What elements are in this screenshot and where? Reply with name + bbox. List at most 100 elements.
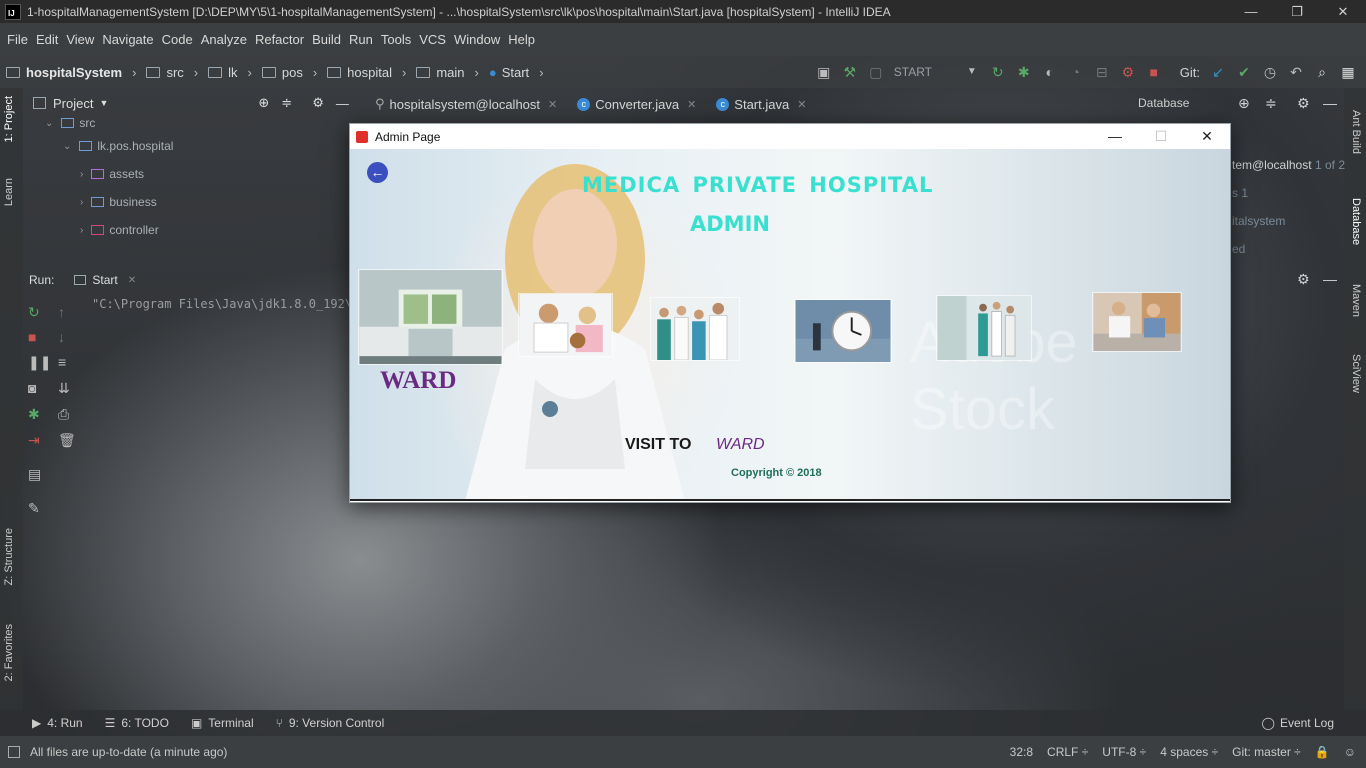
doctors-thumbnail[interactable] xyxy=(650,297,740,361)
history-icon[interactable]: ◷ xyxy=(1262,64,1278,80)
project-panel-title[interactable]: Project xyxy=(53,96,93,111)
tab-project[interactable]: 1: Project xyxy=(3,96,15,142)
line-separator[interactable]: CRLF ÷ xyxy=(1047,745,1088,759)
stop-icon[interactable]: ■ xyxy=(1146,64,1162,80)
print-icon[interactable]: ⎙ xyxy=(58,406,69,423)
arrow-up-icon[interactable]: ↑ xyxy=(58,304,65,320)
trash-icon[interactable]: 🗑 xyxy=(58,432,76,449)
tree-item[interactable]: › business xyxy=(23,188,353,216)
database-node[interactable]: tem@localhost xyxy=(1232,158,1312,172)
settings-icon[interactable]: ✱ xyxy=(28,406,40,423)
soft-wrap-icon[interactable]: ≡ xyxy=(58,354,66,370)
menu-view[interactable]: View xyxy=(62,32,98,47)
close-button[interactable]: ✕ xyxy=(1320,4,1366,20)
breadcrumb-main[interactable]: main xyxy=(436,65,464,80)
tree-item[interactable]: › assets xyxy=(23,160,353,188)
chevron-down-icon[interactable]: ▼ xyxy=(964,64,980,80)
lock-icon[interactable]: 🔒 xyxy=(1315,745,1330,759)
menu-analyze[interactable]: Analyze xyxy=(197,32,251,47)
menu-code[interactable]: Code xyxy=(158,32,197,47)
bottom-tab-run[interactable]: ▶ 4: Run xyxy=(32,716,83,730)
breadcrumb-pos[interactable]: pos xyxy=(282,65,303,80)
hallway-thumbnail[interactable] xyxy=(936,295,1032,361)
gear-icon[interactable]: ⚙ xyxy=(1297,271,1310,288)
pin-icon[interactable]: ✎ xyxy=(28,500,40,517)
stop-icon[interactable]: ■ xyxy=(28,329,36,345)
event-log-button[interactable]: ◯ Event Log xyxy=(1262,716,1334,730)
scroll-end-icon[interactable]: ⇊ xyxy=(58,380,70,397)
run-tab-start[interactable]: Start xyxy=(92,273,117,287)
bottom-tab-terminal[interactable]: ▣ Terminal xyxy=(191,716,254,730)
gear-icon[interactable]: ⚙ xyxy=(1297,95,1310,112)
clock-thumbnail[interactable] xyxy=(794,299,892,363)
menu-build[interactable]: Build xyxy=(308,32,345,47)
close-icon[interactable]: ✕ xyxy=(128,275,136,286)
breadcrumb-src[interactable]: src xyxy=(166,65,183,80)
breadcrumb-hospital[interactable]: hospital xyxy=(347,65,392,80)
ward-thumbnail[interactable] xyxy=(358,269,503,365)
menu-help[interactable]: Help xyxy=(504,32,539,47)
menu-tools[interactable]: Tools xyxy=(377,32,415,47)
vcs-update-icon[interactable]: ↙ xyxy=(1210,64,1226,80)
tab-learn[interactable]: Learn xyxy=(3,178,15,206)
rollback-icon[interactable]: ↶ xyxy=(1288,64,1304,80)
caret-position[interactable]: 32:8 xyxy=(1010,745,1033,759)
database-node[interactable]: ed xyxy=(1232,242,1245,256)
arrow-down-icon[interactable]: ↓ xyxy=(58,329,65,345)
breadcrumb-lk[interactable]: lk xyxy=(228,65,237,80)
bottom-tab-todo[interactable]: ☰ 6: TODO xyxy=(105,716,169,730)
gear-icon[interactable]: ⚙ xyxy=(312,95,324,111)
menu-file[interactable]: File xyxy=(3,32,32,47)
layout-icon[interactable]: ▦ xyxy=(1340,64,1356,80)
coverage-icon[interactable]: ◐ xyxy=(1042,64,1058,80)
exit-icon[interactable]: ⇥ xyxy=(28,432,40,449)
ward-label[interactable]: WARD xyxy=(380,367,456,395)
indent-setting[interactable]: 4 spaces ÷ xyxy=(1160,745,1218,759)
file-encoding[interactable]: UTF-8 ÷ xyxy=(1102,745,1146,759)
tree-item[interactable]: ⌄ lk.pos.hospital xyxy=(23,132,353,160)
tab-hospitalsystem-console[interactable]: ⚲ hospitalsystem@localhost ✕ xyxy=(365,96,567,112)
search-icon[interactable]: ⌕ xyxy=(1314,64,1330,80)
pediatric-thumbnail[interactable] xyxy=(518,293,613,357)
build-hammer-icon[interactable]: ⚒ xyxy=(842,64,858,80)
collapse-icon[interactable]: ≑ xyxy=(281,95,292,111)
minimize-button[interactable]: — xyxy=(1092,128,1138,145)
pause-icon[interactable]: ❚❚ xyxy=(28,354,51,371)
rerun-icon[interactable]: ↻ xyxy=(990,64,1006,80)
close-icon[interactable]: ✕ xyxy=(687,98,696,111)
notification-icon[interactable]: ☺ xyxy=(1344,745,1356,759)
hide-icon[interactable]: — xyxy=(1323,271,1337,287)
collapse-icon[interactable]: ≑ xyxy=(1265,95,1277,112)
hide-icon[interactable]: — xyxy=(336,96,349,111)
tab-converter-java[interactable]: c Converter.java ✕ xyxy=(567,97,706,112)
rerun-icon[interactable]: ↻ xyxy=(28,304,40,321)
run-config-select[interactable]: START xyxy=(894,65,954,79)
tab-start-java[interactable]: c Start.java ✕ xyxy=(706,97,816,112)
close-icon[interactable]: ✕ xyxy=(548,98,557,111)
breadcrumb-start[interactable]: Start xyxy=(502,65,529,80)
menu-edit[interactable]: Edit xyxy=(32,32,62,47)
reload-classes-icon[interactable]: ⚙ xyxy=(1120,64,1136,80)
profile-icon[interactable]: ◔ xyxy=(1068,64,1084,80)
debug-bug-icon[interactable]: ✱ xyxy=(1016,64,1032,80)
tree-item[interactable]: › controller xyxy=(23,216,353,244)
database-node[interactable]: italsystem xyxy=(1232,214,1285,228)
menu-refactor[interactable]: Refactor xyxy=(251,32,308,47)
minimize-button[interactable]: — xyxy=(1228,4,1274,20)
hide-icon[interactable]: — xyxy=(1323,95,1337,111)
close-icon[interactable]: ✕ xyxy=(797,98,806,111)
locate-icon[interactable]: ⊕ xyxy=(258,95,269,111)
menu-navigate[interactable]: Navigate xyxy=(98,32,157,47)
breadcrumb-project[interactable]: hospitalSystem xyxy=(26,65,122,80)
bottom-tab-version-control[interactable]: ⑂ 9: Version Control xyxy=(276,716,385,730)
consultation-thumbnail[interactable] xyxy=(1092,292,1182,352)
locate-icon[interactable]: ⊕ xyxy=(1238,95,1250,112)
menu-window[interactable]: Window xyxy=(450,32,504,47)
tab-database[interactable]: Database xyxy=(1350,198,1362,245)
camera-icon[interactable]: ◙ xyxy=(28,380,36,396)
database-node[interactable]: s 1 xyxy=(1232,186,1248,200)
back-button[interactable]: ← xyxy=(367,162,388,183)
tool-windows-icon[interactable] xyxy=(8,746,20,758)
tab-maven[interactable]: Maven xyxy=(1350,284,1362,317)
tab-structure[interactable]: Z: Structure xyxy=(3,528,15,585)
